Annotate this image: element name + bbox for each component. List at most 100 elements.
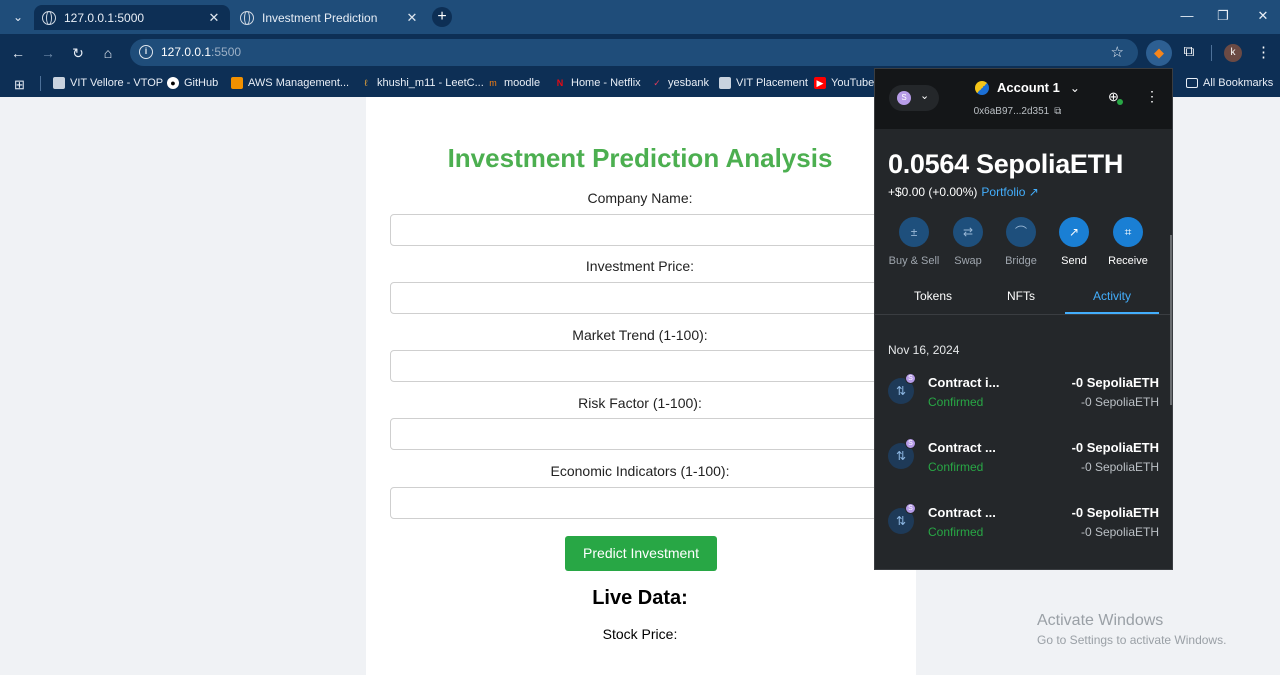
bookmark-aws[interactable]: AWS Management...: [231, 77, 349, 89]
tab-tokens[interactable]: Tokens: [903, 289, 963, 303]
new-tab-button[interactable]: +: [432, 7, 452, 27]
network-avatar: S: [897, 91, 911, 105]
popup-scrollbar[interactable]: [1170, 235, 1172, 405]
bookmark-yesbank[interactable]: ✓ yesbank: [651, 77, 709, 89]
transaction-amount: -0 SepoliaETH: [1071, 440, 1159, 455]
stock-price-label: Stock Price:: [602, 626, 678, 642]
bookmark-netflix[interactable]: N Home - Netflix: [554, 77, 641, 89]
all-bookmarks-folder[interactable]: All Bookmarks: [1186, 77, 1273, 89]
receive-icon: ⌗: [1113, 217, 1143, 247]
bridge-button[interactable]: ⌒ Bridge: [993, 217, 1049, 267]
bridge-icon: ⌒: [1006, 217, 1036, 247]
globe-icon: [240, 10, 254, 25]
bookmark-youtube[interactable]: ▶ YouTube: [814, 77, 874, 89]
economic-indicators-label: Economic Indicators (1-100):: [550, 463, 730, 479]
account-name: Account 1: [997, 80, 1060, 95]
youtube-icon: ▶: [814, 77, 826, 89]
extensions-puzzle-icon[interactable]: ⧉: [1179, 43, 1199, 63]
transaction-row[interactable]: ⇅ S Contract ... Confirmed -0 SepoliaETH…: [875, 503, 1172, 553]
copy-icon[interactable]: ⧉: [1054, 106, 1061, 117]
close-window-icon[interactable]: ✕: [1248, 8, 1278, 24]
windows-activation-watermark: Activate Windows Go to Settings to activ…: [1037, 612, 1226, 647]
tab-activity[interactable]: Activity: [1082, 289, 1142, 303]
buy-sell-button[interactable]: ± Buy & Sell: [886, 217, 942, 267]
transaction-status: Confirmed: [928, 525, 984, 539]
market-trend-label: Market Trend (1-100):: [572, 327, 708, 343]
home-icon[interactable]: ⌂: [98, 43, 118, 63]
apps-grid-icon[interactable]: ⊞: [14, 77, 25, 93]
account-avatar: [975, 80, 989, 95]
company-name-input[interactable]: [390, 214, 890, 246]
send-icon: ↗: [1059, 217, 1089, 247]
swap-icon: ⇄: [953, 217, 983, 247]
transaction-amount: -0 SepoliaETH: [1071, 505, 1159, 520]
chevron-down-icon: ⌄: [920, 90, 930, 102]
bookmark-leetcode[interactable]: ℓ khushi_m11 - LeetC...: [360, 77, 484, 89]
tab-nfts[interactable]: NFTs: [991, 289, 1051, 303]
watermark-title: Activate Windows: [1037, 612, 1164, 629]
metamask-fox-icon[interactable]: ◆: [1146, 40, 1172, 66]
prediction-form-card: Investment Prediction Analysis Company N…: [366, 97, 916, 675]
transaction-amount-secondary: -0 SepoliaETH: [1080, 460, 1159, 474]
bookmarks-divider: [40, 76, 41, 91]
github-icon: ●: [167, 77, 179, 89]
activity-date: Nov 16, 2024: [888, 343, 960, 357]
tab-close-icon[interactable]: ✕: [404, 10, 420, 26]
aws-icon: [231, 77, 243, 89]
transaction-row[interactable]: ⇅ S Contract ... Confirmed -0 SepoliaETH…: [875, 438, 1172, 488]
forward-arrow-icon[interactable]: →: [38, 43, 58, 63]
portfolio-link[interactable]: Portfolio ↗: [981, 185, 1038, 199]
connected-sites-globe-icon[interactable]: ⊕: [1108, 89, 1123, 105]
maximize-icon[interactable]: ❐: [1208, 8, 1238, 24]
market-trend-input[interactable]: [390, 350, 890, 382]
account-address[interactable]: 0x6aB97...2d351 ⧉: [875, 106, 1160, 117]
investment-price-label: Investment Price:: [585, 258, 695, 274]
bookmark-github[interactable]: ● GitHub: [167, 77, 218, 89]
bookmark-vit-placement[interactable]: VIT Placement: [719, 77, 808, 89]
toolbar-divider: [1211, 45, 1212, 61]
tab-strip: ⌄ 127.0.0.1:5000 ✕ Investment Prediction…: [0, 0, 1280, 34]
network-badge: S: [905, 373, 916, 384]
back-arrow-icon[interactable]: ←: [8, 43, 28, 63]
predict-investment-button[interactable]: Predict Investment: [565, 536, 717, 571]
vit-icon: [53, 77, 65, 89]
buy-sell-icon: ±: [899, 217, 929, 247]
external-link-icon: ↗: [1028, 185, 1039, 199]
site-info-icon[interactable]: i: [139, 45, 153, 59]
risk-factor-input[interactable]: [390, 418, 890, 450]
metamask-tabs: Tokens NFTs Activity: [875, 281, 1172, 315]
reload-icon[interactable]: ↻: [68, 43, 88, 63]
active-tab-indicator: [1065, 312, 1159, 314]
transaction-name: Contract ...: [928, 440, 996, 455]
receive-button[interactable]: ⌗ Receive: [1100, 217, 1156, 267]
browser-toolbar: ← → ↻ ⌂ i 127.0.0.1:5500 ☆: [0, 34, 1280, 71]
address-bar[interactable]: i 127.0.0.1:5500 ☆: [130, 39, 1138, 66]
investment-price-input[interactable]: [390, 282, 890, 314]
transaction-row[interactable]: ⇅ S Contract i... Confirmed -0 SepoliaET…: [875, 373, 1172, 423]
minimize-icon[interactable]: —: [1172, 8, 1202, 23]
browser-menu-icon[interactable]: ⋮: [1256, 43, 1271, 61]
risk-factor-label: Risk Factor (1-100):: [578, 395, 702, 411]
profile-avatar[interactable]: k: [1224, 44, 1242, 62]
bookmark-vit-vtop[interactable]: VIT Vellore - VTOP: [53, 77, 163, 89]
bookmark-moodle[interactable]: m moodle: [487, 77, 540, 89]
transaction-amount-secondary: -0 SepoliaETH: [1080, 395, 1159, 409]
swap-button[interactable]: ⇄ Swap: [940, 217, 996, 267]
transaction-status: Confirmed: [928, 395, 984, 409]
send-button[interactable]: ↗ Send: [1046, 217, 1102, 267]
moodle-icon: m: [489, 78, 497, 88]
account-options-icon[interactable]: ⋮: [1145, 88, 1159, 105]
netflix-icon: N: [556, 78, 564, 88]
metamask-popup: S ⌄ Account 1 ⌄ 0x6aB97...2d351 ⧉ ⊕ ⋮ 0.0…: [874, 68, 1173, 570]
transaction-amount: -0 SepoliaETH: [1071, 375, 1159, 390]
tab-investment-prediction[interactable]: Investment Prediction ✕: [232, 5, 428, 30]
tab-close-icon[interactable]: ✕: [206, 10, 222, 26]
tab-title: 127.0.0.1:5000: [64, 10, 145, 25]
economic-indicators-input[interactable]: [390, 487, 890, 519]
tab-search-chevron-icon[interactable]: ⌄: [8, 7, 28, 27]
folder-icon: [1186, 78, 1198, 88]
account-selector[interactable]: Account 1 ⌄: [975, 80, 1080, 95]
tab-local-5000[interactable]: 127.0.0.1:5000 ✕: [34, 5, 230, 30]
tab-title: Investment Prediction: [262, 10, 378, 25]
bookmark-star-icon[interactable]: ☆: [1111, 43, 1124, 61]
